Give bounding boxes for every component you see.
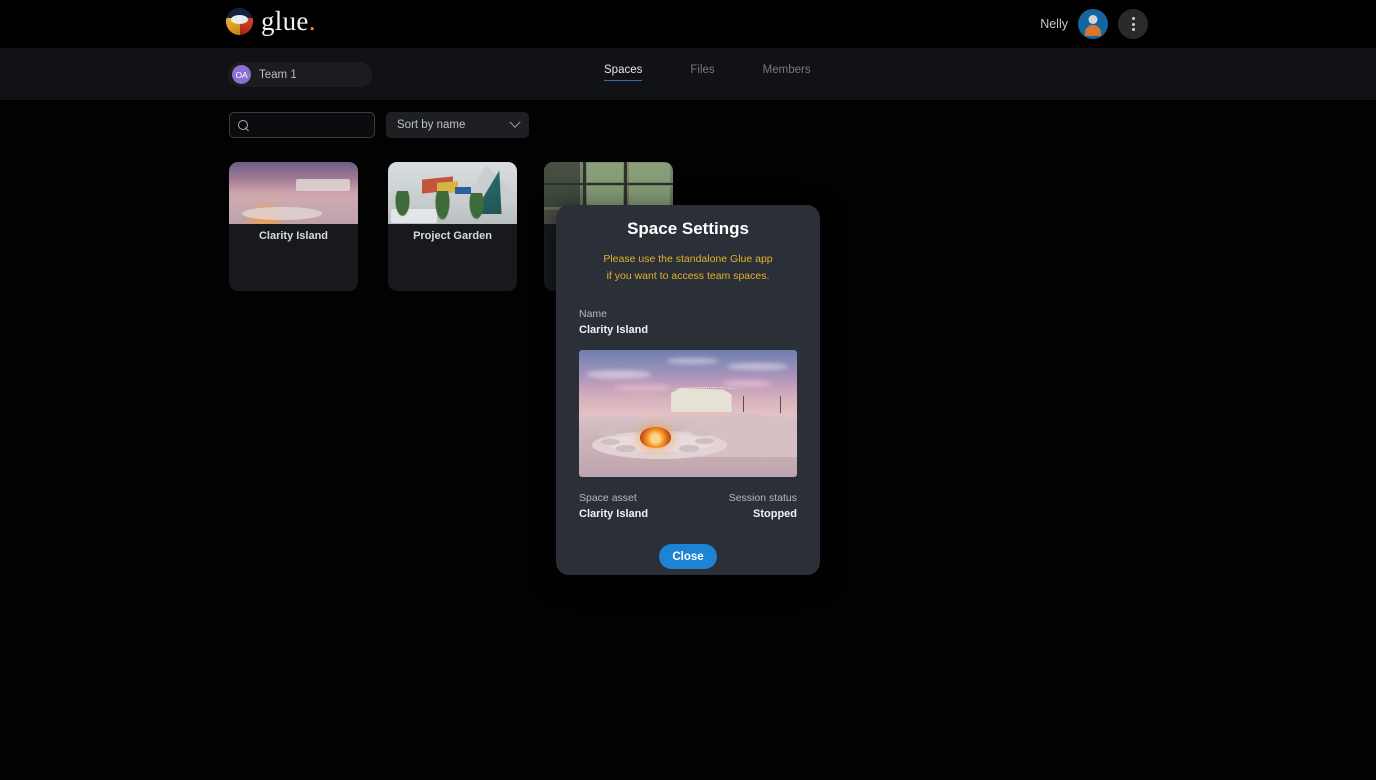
space-settings-dialog: Space Settings Please use the standalone… (556, 205, 820, 575)
warning-line-2: if you want to access team spaces. (606, 270, 770, 282)
name-field-group: Name Clarity Island (556, 306, 820, 339)
close-button[interactable]: Close (659, 544, 717, 569)
dialog-title: Space Settings (627, 219, 749, 238)
warning-line-1: Please use the standalone Glue app (603, 253, 773, 265)
session-status-value: Stopped (753, 508, 797, 520)
space-meta-row: Space asset Clarity Island Session statu… (556, 490, 820, 523)
app-root: glue. Nelly OA Team 1 Spaces Files Membe… (0, 0, 1376, 780)
space-preview-image (579, 350, 797, 477)
space-asset-group: Space asset Clarity Island (579, 490, 648, 523)
name-field-value: Clarity Island (579, 324, 649, 336)
name-field-label: Name (579, 308, 608, 320)
modal-overlay: Space Settings Please use the standalone… (0, 0, 1376, 780)
dialog-warning-message: Please use the standalone Glue app if yo… (556, 251, 820, 285)
session-status-label: Session status (728, 492, 797, 504)
space-asset-value: Clarity Island (579, 508, 649, 520)
session-status-group: Session status Stopped (729, 490, 797, 523)
space-asset-label: Space asset (579, 492, 637, 504)
